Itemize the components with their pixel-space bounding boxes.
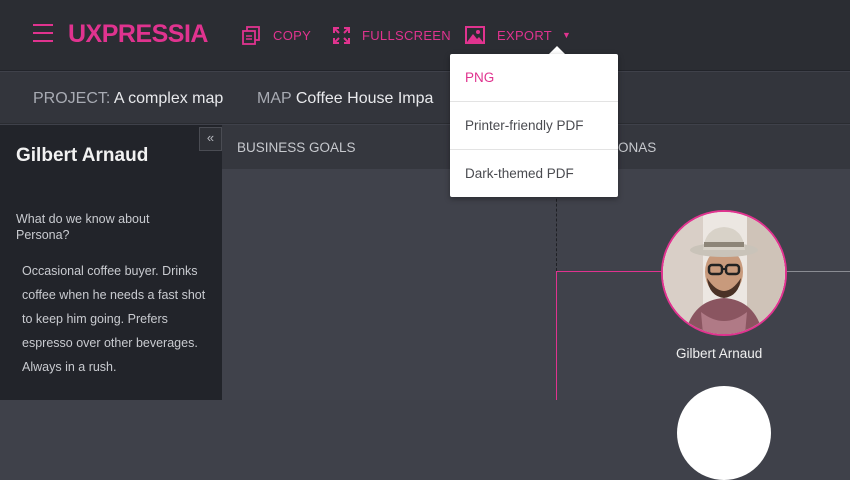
personas-header[interactable]: ONAS xyxy=(618,140,656,155)
export-option-printer-pdf[interactable]: Printer-friendly PDF xyxy=(450,102,618,149)
connector-line xyxy=(556,271,662,272)
sidebar-persona-name: Gilbert Arnaud xyxy=(16,145,149,166)
persona-avatar[interactable] xyxy=(661,210,787,336)
connector-line-gray xyxy=(786,271,850,272)
image-icon xyxy=(465,26,485,44)
map-breadcrumb[interactable]: MAP Coffee House Impa xyxy=(257,90,433,108)
business-goals-header[interactable]: BUSINESS GOALS xyxy=(237,140,356,155)
sidebar-answer: Occasional coffee buyer. Drinks coffee w… xyxy=(22,264,206,374)
project-breadcrumb[interactable]: PROJECT: A complex map xyxy=(33,90,223,108)
fullscreen-icon xyxy=(333,26,350,44)
caret-down-icon: ▼ xyxy=(562,30,572,40)
sidebar-question: What do we know about Persona? xyxy=(16,212,150,242)
copy-label: COPY xyxy=(273,27,312,43)
persona-sidebar: Gilbert Arnaud What do we know about Per… xyxy=(0,125,222,400)
copy-button[interactable]: COPY xyxy=(242,25,312,45)
persona-bubble[interactable] xyxy=(677,386,771,480)
avatar-portrait xyxy=(663,212,785,334)
connector-line-vertical xyxy=(556,271,557,400)
copy-icon xyxy=(242,25,260,45)
export-dropdown-menu: PNG Printer-friendly PDF Dark-themed PDF xyxy=(450,54,618,197)
hamburger-icon[interactable] xyxy=(33,24,53,44)
map-label: MAP xyxy=(257,90,292,107)
export-button[interactable]: EXPORT ▼ xyxy=(465,26,571,44)
collapse-sidebar-button[interactable]: « xyxy=(199,127,222,151)
fullscreen-button[interactable]: FULLSCREEN xyxy=(333,26,451,44)
dropdown-pointer xyxy=(549,46,565,54)
top-toolbar: UXPRESSIA COPY FULLSCREEN EXPORT ▼ xyxy=(0,0,850,71)
project-bar: PROJECT: A complex map MAP Coffee House … xyxy=(0,72,850,124)
project-name: A complex map xyxy=(113,90,224,107)
export-option-png[interactable]: PNG xyxy=(450,54,618,101)
app-logo[interactable]: UXPRESSIA xyxy=(68,20,208,49)
map-name: Coffee House Impa xyxy=(295,90,434,107)
export-option-dark-pdf[interactable]: Dark-themed PDF xyxy=(450,150,618,197)
export-label: EXPORT xyxy=(497,27,553,43)
persona-card-name: Gilbert Arnaud xyxy=(676,346,763,361)
fullscreen-label: FULLSCREEN xyxy=(362,27,451,43)
project-label: PROJECT: xyxy=(33,90,111,107)
